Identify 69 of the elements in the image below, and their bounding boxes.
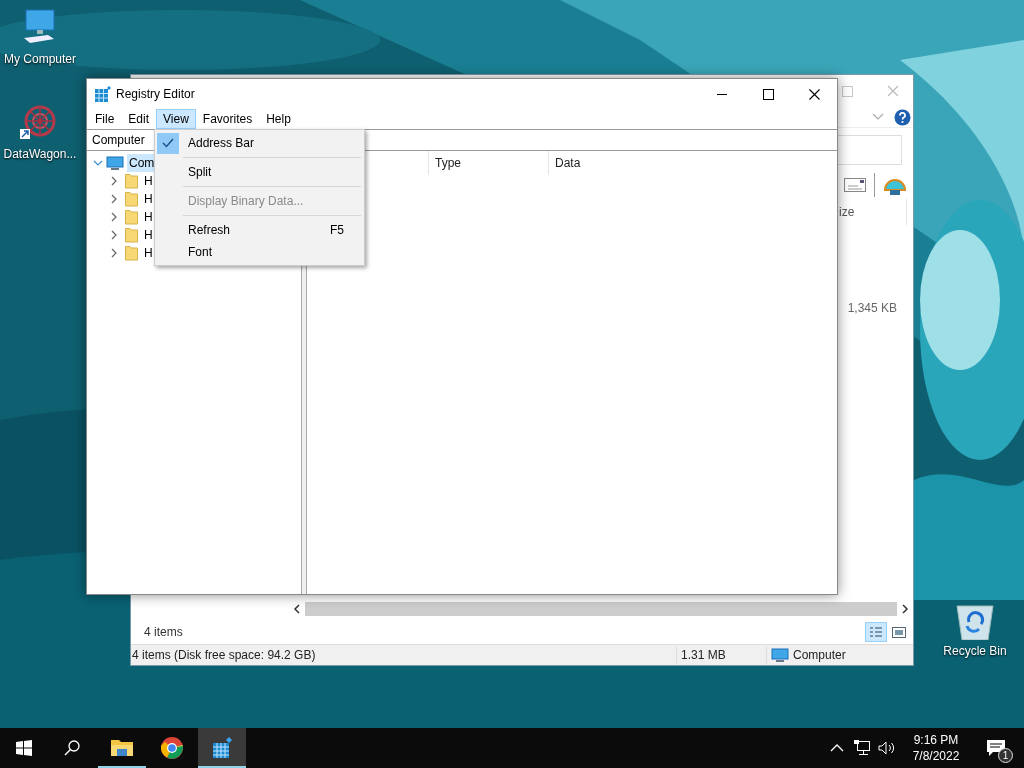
folder-icon — [125, 173, 138, 189]
speaker-icon[interactable] — [878, 741, 896, 755]
notification-badge: 1 — [998, 748, 1013, 763]
folder-icon — [125, 245, 138, 261]
address-text: Computer — [92, 132, 145, 149]
desktop-icon-label[interactable]: Recycle Bin — [943, 642, 1007, 660]
grid-app-icon — [210, 736, 234, 760]
chevron-right-icon[interactable] — [109, 230, 119, 240]
menu-item[interactable]: Favorites — [195, 109, 260, 129]
maximize-icon — [842, 85, 853, 97]
menu-option[interactable]: Font — [188, 243, 344, 261]
search-icon — [64, 740, 80, 756]
menu-item[interactable]: File — [88, 109, 122, 129]
menu-option[interactable]: Address Bar — [188, 134, 344, 152]
tree-item[interactable]: H — [144, 226, 153, 244]
status-text: Computer — [793, 647, 846, 664]
list-icon — [869, 626, 883, 638]
taskbar-app-button[interactable] — [198, 728, 246, 768]
menu-option: Display Binary Data... — [188, 192, 344, 210]
chevron-right-icon[interactable] — [109, 248, 119, 258]
clock[interactable]: 9:16 PM 7/8/2022 — [904, 732, 968, 764]
clock-time: 9:16 PM — [913, 732, 959, 748]
chevron-down-icon[interactable] — [93, 158, 103, 168]
status-text: 1.31 MB — [676, 646, 766, 664]
maximize-icon — [762, 88, 774, 100]
column-header[interactable]: ize — [839, 203, 855, 221]
grid-app-icon — [94, 85, 112, 103]
chevron-right-icon[interactable] — [109, 194, 119, 204]
scrollbar-thumb[interactable] — [305, 602, 897, 616]
chevron-down-icon — [872, 113, 884, 121]
shortcut-text: F5 — [330, 222, 344, 239]
chrome-logo-icon — [160, 736, 184, 760]
size-value: 1,345 KB — [847, 300, 897, 317]
close-icon — [808, 88, 820, 100]
close-icon — [887, 85, 899, 97]
computer-icon — [106, 155, 124, 171]
menu-option[interactable]: Split — [188, 163, 344, 181]
window-title: Registry Editor — [116, 86, 196, 103]
column-header[interactable]: Data — [548, 151, 668, 175]
card-icon — [844, 178, 866, 192]
checkmark-icon — [162, 138, 174, 148]
tree-item[interactable]: H — [144, 244, 153, 262]
help-icon — [894, 108, 911, 126]
tree-item[interactable]: H — [144, 172, 153, 190]
search-field[interactable] — [838, 134, 902, 165]
menu-item[interactable]: View — [156, 109, 196, 129]
desktop-icon-label[interactable]: My Computer — [4, 50, 76, 68]
menu-option[interactable]: Refresh — [188, 221, 330, 239]
item-count: 4 items — [144, 624, 183, 641]
windows-logo-icon — [16, 740, 32, 756]
image-icon — [892, 626, 906, 638]
folder-icon — [125, 209, 138, 225]
chevron-up-icon[interactable] — [830, 744, 844, 752]
folder-icon — [125, 227, 138, 243]
notifications-button[interactable]: 1 — [976, 728, 1016, 768]
column-header[interactable]: Type — [428, 151, 548, 175]
status-text: 4 items (Disk free space: 94.2 GB) — [131, 647, 317, 664]
chevron-right-icon[interactable] — [109, 176, 119, 186]
tree-item[interactable]: H — [144, 208, 153, 226]
tree-item[interactable]: Com — [127, 154, 157, 172]
folder-icon — [125, 191, 138, 207]
computer-icon — [771, 648, 789, 662]
tree-item[interactable]: H — [144, 190, 153, 208]
network-icon[interactable] — [854, 740, 870, 756]
chevron-right-icon[interactable] — [109, 212, 119, 222]
clock-date: 7/8/2022 — [912, 748, 960, 764]
desktop-icon-label[interactable]: DataWagon... — [3, 145, 77, 163]
menu-item[interactable]: Edit — [121, 109, 157, 129]
menu-item[interactable]: Help — [259, 109, 298, 129]
